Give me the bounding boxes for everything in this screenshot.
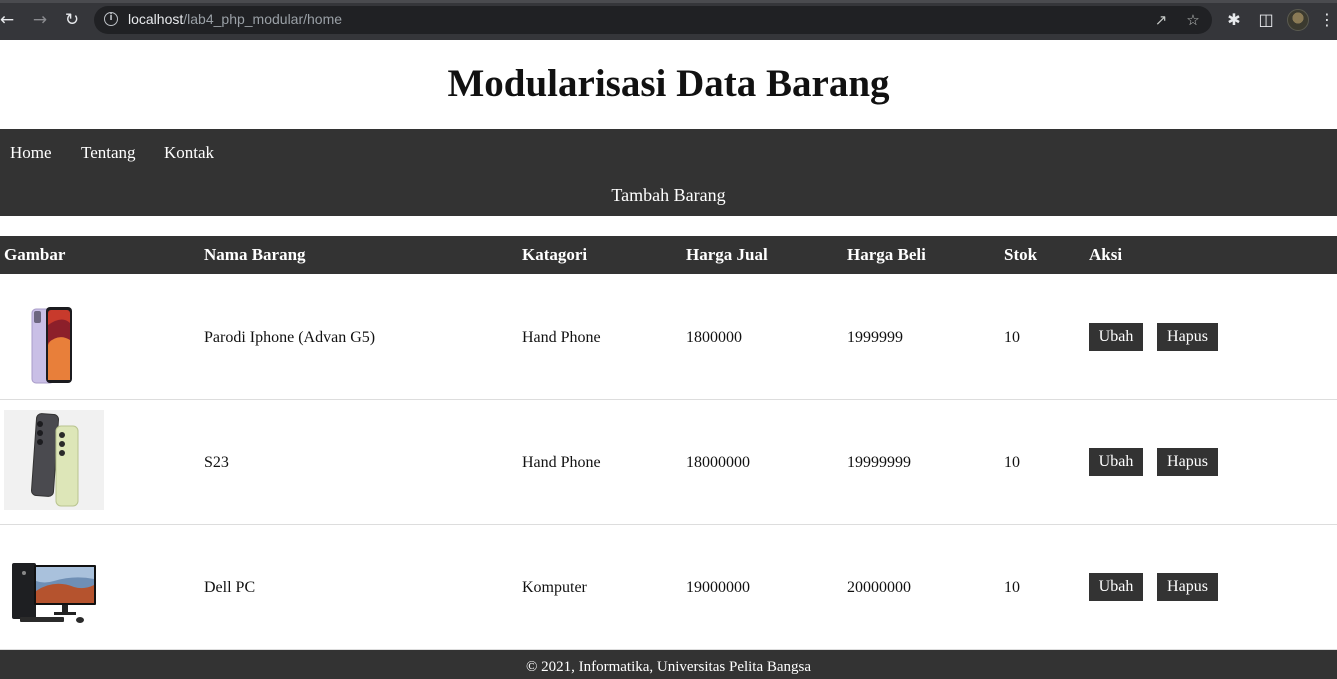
dell-pc-image [12, 563, 96, 623]
cell-harga-beli: 19999999 [847, 454, 911, 471]
nav-kontak-link[interactable]: Kontak [164, 143, 214, 163]
hapus-button[interactable]: Hapus [1157, 573, 1218, 601]
ubah-button[interactable]: Ubah [1089, 573, 1143, 601]
forward-arrow-icon[interactable]: → [29, 9, 51, 31]
column-header-harga-jual: Harga Jual [686, 245, 768, 264]
cell-harga-jual: 1800000 [686, 329, 742, 346]
address-bar[interactable]: i localhost/lab4_php_modular/home ↗ ☆ [94, 6, 1212, 34]
column-header-gambar: Gambar [4, 245, 66, 264]
footer-text: © 2021, Informatika, Universitas Pelita … [525, 659, 812, 675]
cell-kategori: Komputer [522, 579, 587, 596]
tambah-barang-link[interactable]: Tambah Barang [0, 185, 1337, 206]
ubah-button[interactable]: Ubah [1089, 448, 1143, 476]
page-title: Modularisasi Data Barang [447, 62, 890, 105]
side-panel-icon[interactable]: ◫ [1255, 9, 1277, 31]
info-icon[interactable]: i [104, 12, 118, 26]
cell-harga-jual: 18000000 [686, 454, 750, 471]
table-row: Parodi Iphone (Advan G5) Hand Phone 1800… [0, 275, 1337, 400]
column-header-nama: Nama Barang [204, 245, 306, 264]
avatar[interactable] [1287, 9, 1309, 31]
cell-stok: 10 [1004, 454, 1020, 471]
cell-nama: Dell PC [204, 579, 256, 596]
navbar: Home Tentang Kontak Tambah Barang [0, 129, 1337, 216]
nav-home-link[interactable]: Home [10, 143, 52, 163]
cell-harga-jual: 19000000 [686, 579, 750, 596]
footer: © 2021, Informatika, Universitas Pelita … [0, 650, 1337, 679]
phone-image [31, 307, 72, 384]
cell-nama: S23 [204, 454, 229, 471]
browser-toolbar: ← → ↻ i localhost/lab4_php_modular/home … [0, 0, 1337, 40]
url-path: /lab4_php_modular/home [183, 11, 343, 27]
reload-icon[interactable]: ↻ [61, 9, 83, 31]
star-icon[interactable]: ☆ [1184, 11, 1202, 29]
url-host: localhost [128, 11, 184, 27]
cell-kategori: Hand Phone [522, 329, 601, 346]
cell-nama: Parodi Iphone (Advan G5) [204, 329, 376, 346]
table-row: Dell PC Komputer 19000000 20000000 10 Ub… [0, 525, 1337, 650]
hapus-button[interactable]: Hapus [1157, 323, 1218, 351]
share-icon[interactable]: ↗ [1152, 11, 1170, 29]
table-header: Gambar Nama Barang Katagori Harga Jual H… [0, 236, 1337, 274]
column-header-kategori: Katagori [522, 245, 588, 264]
nav-tentang-link[interactable]: Tentang [81, 143, 136, 163]
ubah-button[interactable]: Ubah [1089, 323, 1143, 351]
kebab-menu-icon[interactable]: ⋮ [1319, 9, 1335, 31]
url-text[interactable]: localhost/lab4_php_modular/home [128, 11, 342, 27]
column-header-stok: Stok [1004, 245, 1038, 264]
samsung-s23-image [4, 410, 104, 510]
cell-harga-beli: 20000000 [847, 579, 911, 596]
column-header-harga-beli: Harga Beli [847, 245, 926, 264]
puzzle-icon[interactable]: ✱ [1223, 9, 1245, 31]
cell-harga-beli: 1999999 [847, 329, 903, 346]
cell-stok: 10 [1004, 329, 1020, 346]
column-header-aksi: Aksi [1089, 245, 1123, 264]
hapus-button[interactable]: Hapus [1157, 448, 1218, 476]
tab-strip-edge [0, 0, 1337, 3]
cell-kategori: Hand Phone [522, 454, 601, 471]
cell-stok: 10 [1004, 579, 1020, 596]
back-arrow-icon[interactable]: ← [0, 9, 18, 31]
table-row: S23 Hand Phone 18000000 19999999 10 Ubah… [0, 400, 1337, 525]
